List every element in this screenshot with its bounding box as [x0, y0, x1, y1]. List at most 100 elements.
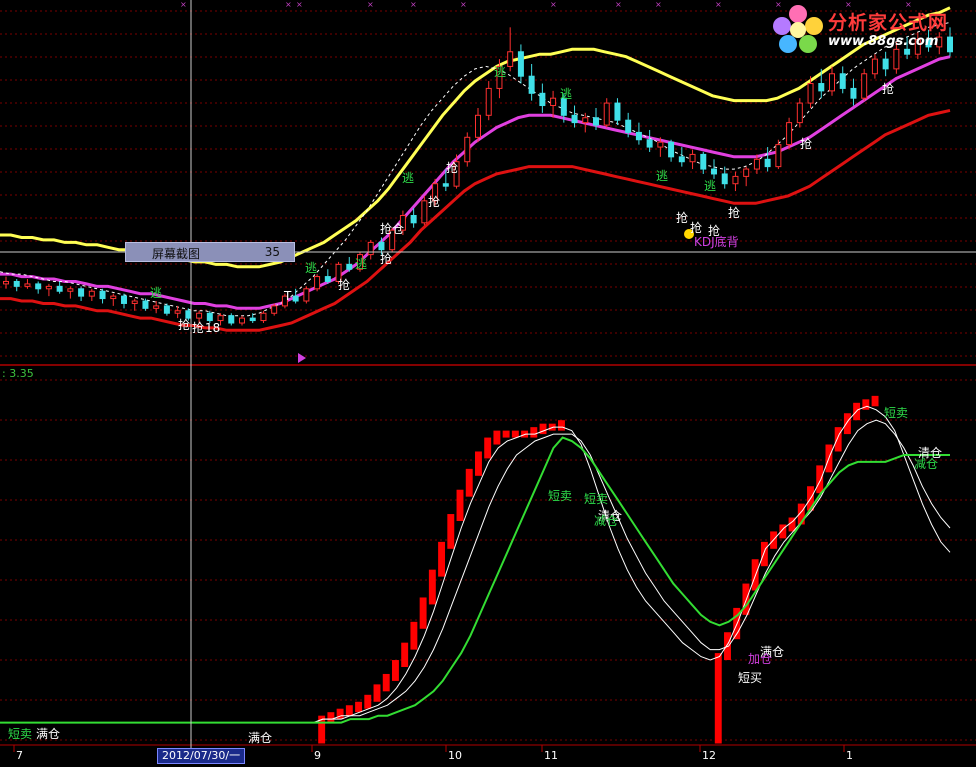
- signal-label: 抢: [192, 320, 204, 335]
- candle-body: [485, 87, 492, 116]
- indicator-bar: [447, 514, 455, 549]
- candle-body: [206, 312, 213, 322]
- top-marker: ×: [180, 0, 187, 9]
- candle-body: [196, 312, 203, 319]
- signal-label: 抢: [380, 251, 392, 266]
- indicator-bar: [871, 395, 879, 407]
- candle-body: [142, 300, 149, 309]
- indicator-readout: : 3.35: [2, 367, 34, 380]
- indicator-bar: [558, 420, 565, 431]
- indicator-bar: [465, 468, 473, 497]
- candle-body: [56, 285, 63, 292]
- candle-body: [539, 92, 546, 107]
- signal-label: 逃: [494, 65, 506, 79]
- tooltip-value: 35: [264, 245, 280, 259]
- tooltip-label: 屏幕截图: [152, 247, 201, 261]
- top-marker: ×: [410, 0, 417, 9]
- candle-body: [582, 117, 589, 124]
- indicator-bar: [484, 437, 492, 459]
- candle-body: [3, 280, 9, 285]
- candle-body: [625, 119, 632, 133]
- candle-body: [292, 295, 299, 302]
- signal-label: 抢: [676, 210, 688, 225]
- indicator-bar: [816, 465, 824, 494]
- chart-canvas[interactable]: × × × × × × × × × × × × × 逃抢抢 18T逃抢逃 抢抢仓逃抢抢逃逃逃逃抢抢KDJ底背…: [0, 0, 976, 767]
- candle-body: [314, 276, 321, 290]
- candle-body: [228, 315, 235, 324]
- logo-title: 分析家公式网: [828, 12, 949, 34]
- indicator-bar: [834, 427, 842, 452]
- indicator-bar: [373, 684, 381, 702]
- signal-label: 逃: [150, 286, 162, 300]
- candle-body: [88, 290, 95, 297]
- candle-body: [249, 317, 256, 322]
- candle-body: [121, 295, 127, 304]
- signal-label: 抢: [428, 194, 440, 209]
- indicator-bar: [438, 541, 446, 577]
- signal-label: 抢: [446, 160, 458, 175]
- indicator-label: 减仓: [594, 514, 618, 528]
- candle-body: [753, 158, 760, 170]
- candle-body: [110, 295, 117, 300]
- candle-body: [861, 73, 868, 99]
- candle-body: [367, 241, 374, 256]
- candle-body: [421, 200, 428, 224]
- candle-body: [839, 73, 846, 89]
- candle-body: [571, 114, 578, 124]
- candle-body: [507, 51, 514, 67]
- site-logo: 分析家公式网 www.88gs.com: [770, 4, 970, 54]
- indicator-bar: [539, 423, 547, 435]
- candle-body: [475, 114, 481, 138]
- x-tick-label: 12: [702, 749, 716, 762]
- indicator-bar: [391, 660, 399, 681]
- top-marker: ×: [367, 0, 374, 9]
- candle-body: [796, 102, 803, 124]
- candle-body: [153, 305, 160, 309]
- candle-body: [635, 131, 642, 141]
- signal-label: 逃: [656, 169, 668, 183]
- top-marker: ×: [460, 0, 467, 9]
- signal-label: 逃: [402, 171, 414, 185]
- signal-label: 逃: [560, 87, 572, 101]
- signal-label: 抢: [882, 81, 894, 96]
- indicator-label: 短买: [738, 671, 762, 685]
- indicator-bar: [345, 705, 353, 716]
- indicator-bar: [410, 621, 418, 650]
- candle-body: [239, 317, 245, 324]
- candle-body: [850, 87, 857, 99]
- signal-label: T: [283, 289, 292, 303]
- candle-body: [786, 122, 793, 146]
- indicator-bar: [530, 427, 538, 438]
- candle-body: [13, 280, 20, 287]
- candle-body: [657, 141, 664, 148]
- signal-label: 逃: [305, 261, 317, 275]
- indicator-label: 短卖: [8, 727, 32, 741]
- candle-body: [614, 102, 621, 121]
- flower-logo-icon: [773, 5, 823, 53]
- indicator-bar: [428, 569, 436, 605]
- candle-body: [603, 102, 610, 126]
- candle-body: [464, 136, 471, 163]
- candle-body: [528, 75, 535, 94]
- candle-body: [131, 300, 138, 304]
- indicator-bar: [456, 489, 464, 521]
- candle-body: [410, 214, 417, 224]
- x-tick-label: 9: [314, 749, 321, 762]
- candle-body: [24, 283, 31, 287]
- indicator-label: 满仓: [248, 731, 272, 745]
- indicator-bar: [493, 430, 501, 445]
- signal-label: 抢: [338, 277, 350, 292]
- indicator-label: 短卖: [884, 406, 908, 420]
- indicator-bar: [336, 708, 344, 720]
- candle-body: [260, 312, 267, 322]
- candle-body: [775, 144, 782, 168]
- signal-label: 抢: [178, 317, 190, 332]
- x-tick-label: 1: [846, 749, 853, 762]
- top-marker: ×: [285, 0, 292, 9]
- indicator-bar: [327, 712, 335, 723]
- candle-body: [807, 83, 814, 104]
- candle-body: [700, 153, 707, 170]
- candle-body: [67, 288, 74, 292]
- indicator-bar: [401, 642, 409, 667]
- signal-label: 抢: [728, 205, 740, 220]
